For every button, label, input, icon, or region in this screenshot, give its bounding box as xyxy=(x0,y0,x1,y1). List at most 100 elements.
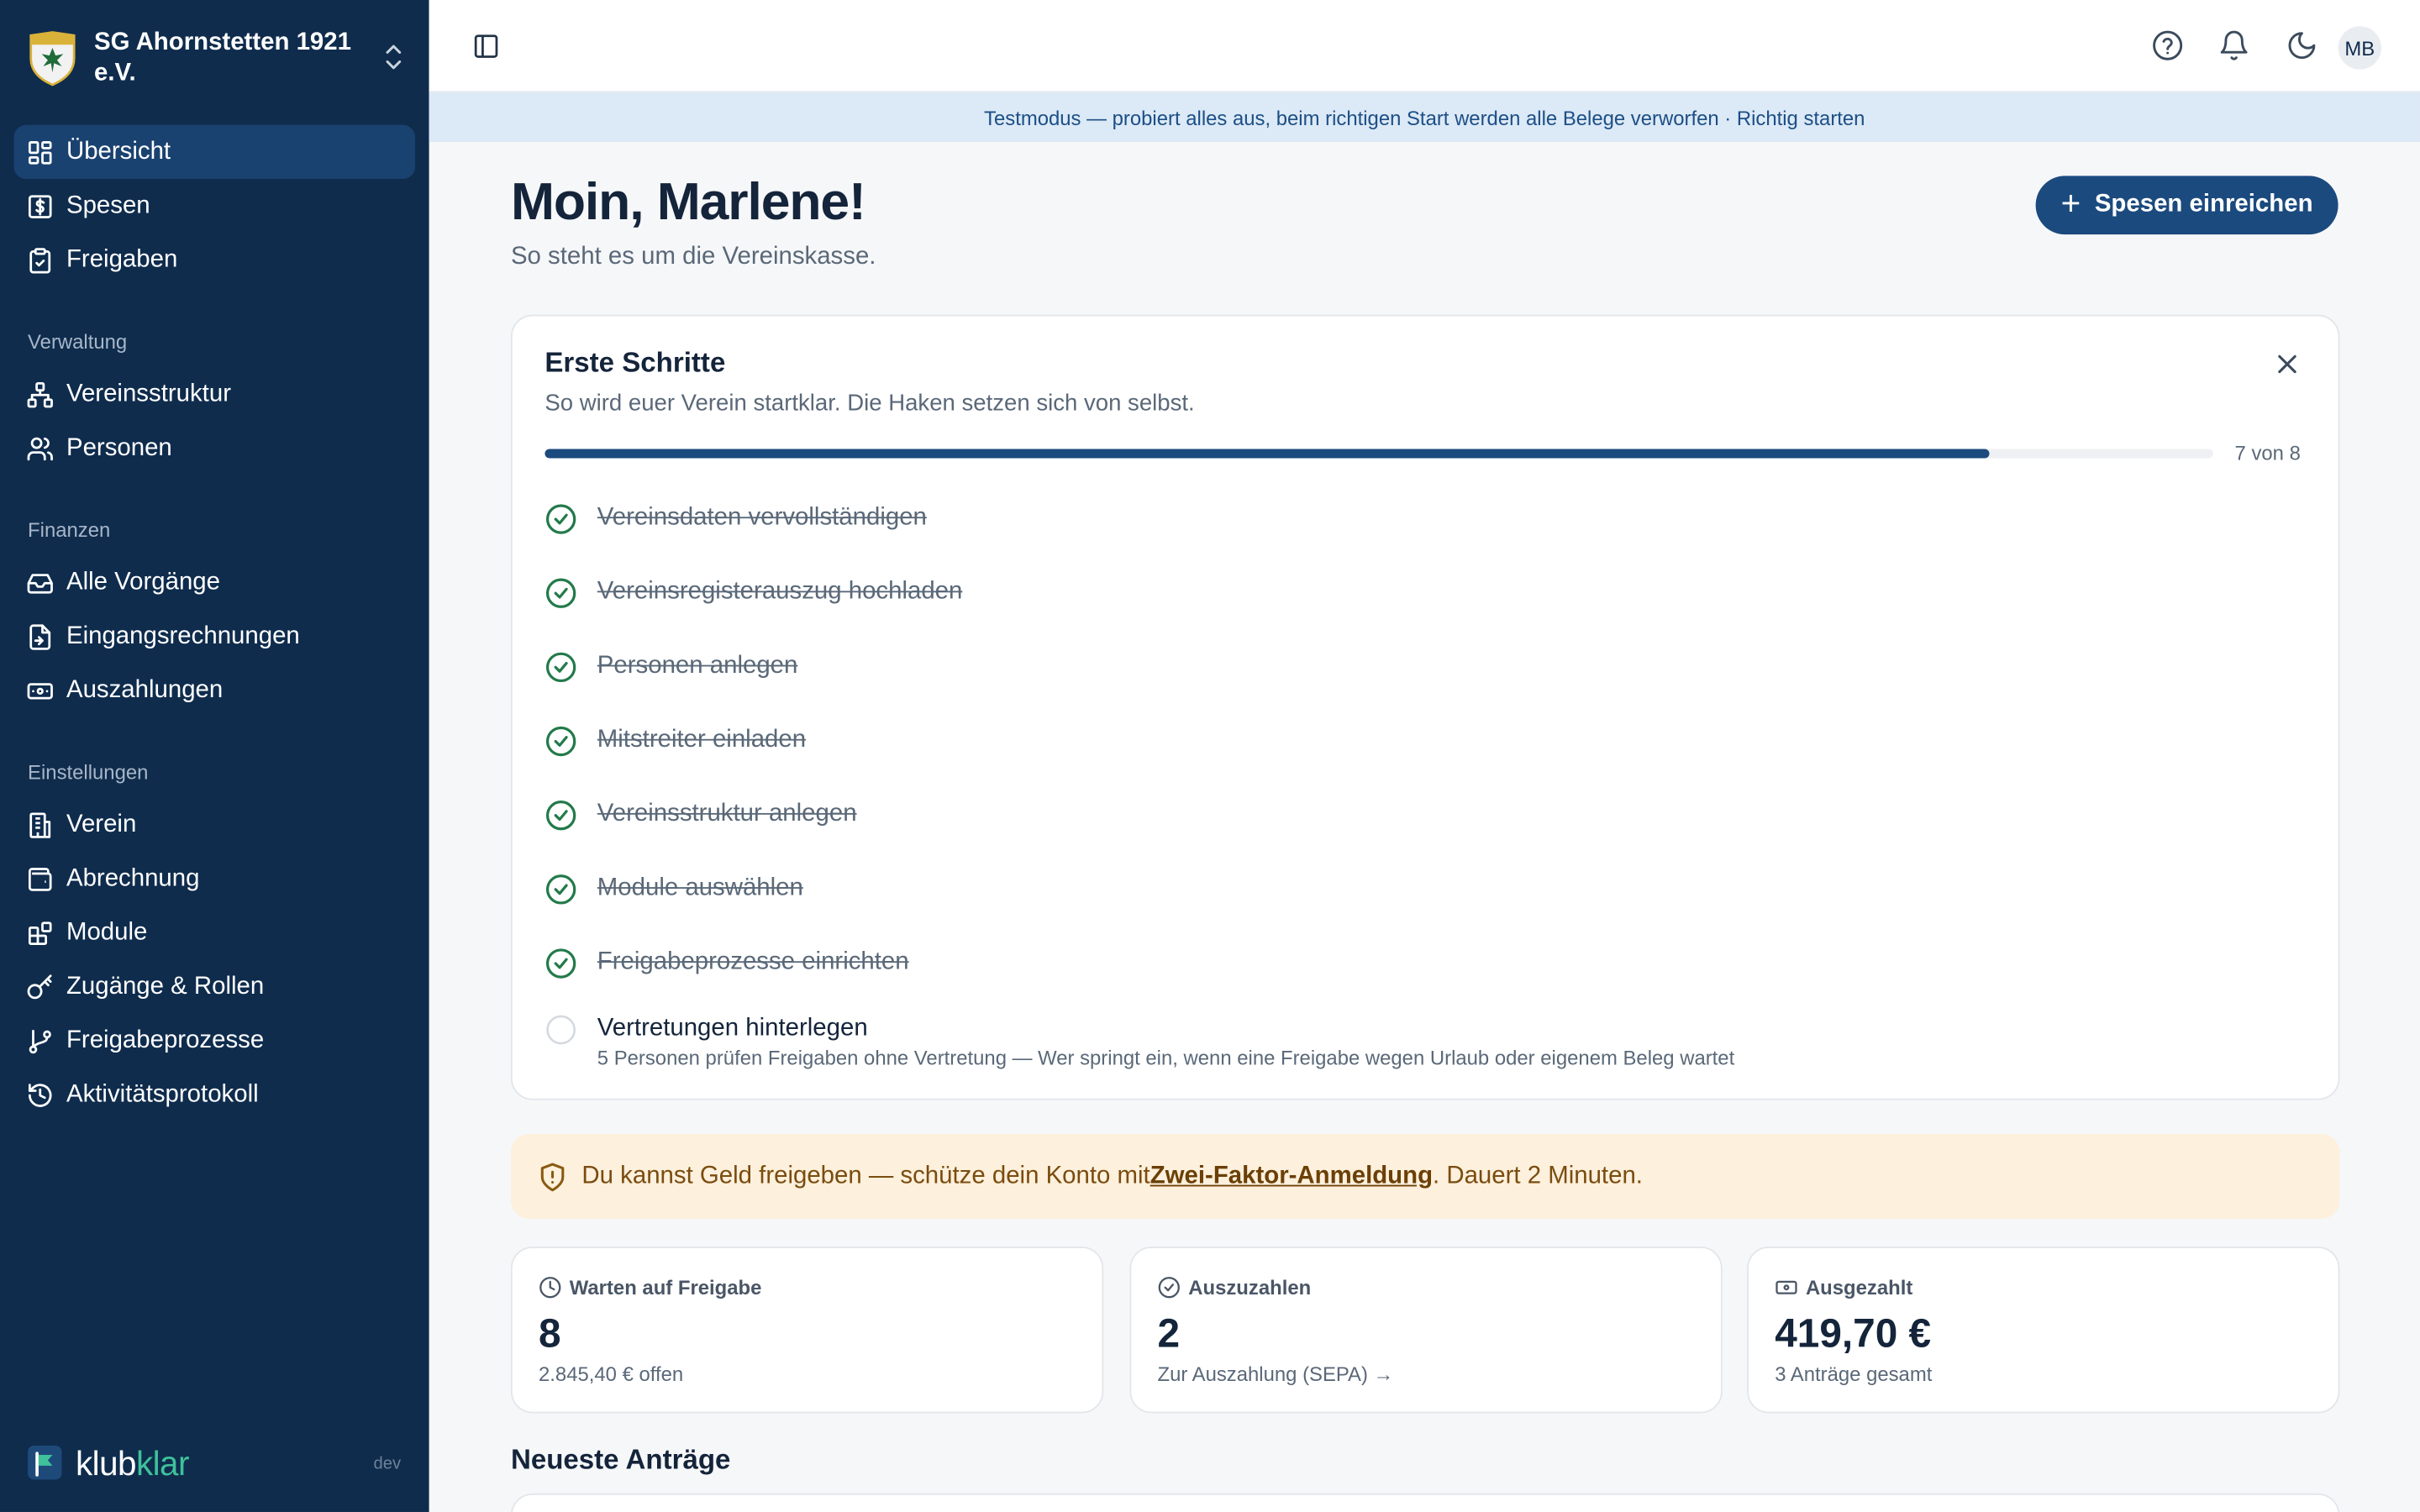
users-icon xyxy=(27,436,53,460)
recent-requests-list xyxy=(510,1493,2340,1512)
brand-name-a: klub xyxy=(75,1444,137,1483)
nav-item-label: Freigabeprozesse xyxy=(66,1026,265,1053)
dashboard-icon xyxy=(28,140,52,164)
nav-item-module[interactable]: Module xyxy=(14,906,416,959)
file-import-icon xyxy=(29,623,51,649)
close-icon[interactable] xyxy=(2272,349,2303,380)
onboarding-step[interactable]: Mitstreiter einladen xyxy=(544,722,806,759)
nav-section-title: Einstellungen xyxy=(28,760,149,785)
nav-item-verein[interactable]: Verein xyxy=(14,798,416,852)
stat-title: Ausgezahlt xyxy=(1805,1275,1913,1299)
nav-item-label: Alle Vorgänge xyxy=(66,568,220,596)
open-step-description: 5 Personen prüfen Freigaben ohne Vertret… xyxy=(597,1046,1735,1069)
recent-requests-title: Neueste Anträge xyxy=(510,1444,731,1475)
building-icon xyxy=(29,811,51,837)
nav-item-spesen[interactable]: Spesen xyxy=(14,179,416,233)
org-switcher[interactable]: SG Ahornstetten 1921 e.V. xyxy=(28,22,413,96)
nav-item-abrechnung[interactable]: Abrechnung xyxy=(14,852,416,906)
onboarding-step[interactable]: Vereinsdaten vervollständigen xyxy=(544,500,927,537)
nav-item-label: Freigaben xyxy=(66,245,178,273)
empty-circle-icon xyxy=(546,1014,576,1044)
help-icon[interactable] xyxy=(2151,29,2184,62)
nav-item-aktivitaetsprotokoll[interactable]: Aktivitätsprotokoll xyxy=(14,1068,416,1121)
sidebar-nav: Übersicht Spesen Freigaben Verwaltung Ve… xyxy=(13,124,416,1122)
stat-card-to-pay[interactable]: Auszuzahlen 2 Zur Auszahlung (SEPA) → xyxy=(1129,1247,1723,1414)
org-chart-icon xyxy=(27,381,53,407)
nav-item-label: Spesen xyxy=(66,192,150,218)
git-branch-icon xyxy=(29,1029,51,1053)
check-circle-icon xyxy=(545,800,576,830)
nav-item-uebersicht[interactable]: Übersicht xyxy=(13,124,416,180)
page-subtitle: So steht es um die Vereinskasse. xyxy=(510,244,876,270)
nav-item-freigaben[interactable]: Freigaben xyxy=(14,233,416,286)
nav-item-personen[interactable]: Personen xyxy=(14,421,416,475)
stat-card-paid[interactable]: Ausgezahlt 419,70 € 3 Anträge gesamt xyxy=(1747,1247,2340,1414)
onboarding-step[interactable]: Vereinsstruktur anlegen xyxy=(544,796,857,833)
history-icon xyxy=(28,1083,52,1106)
nav-item-label: Übersicht xyxy=(66,138,171,165)
stat-footnote-link[interactable]: Zur Auszahlung (SEPA) → xyxy=(1158,1362,1394,1386)
shield-alert-icon xyxy=(540,1162,565,1191)
nav-item-freigabeprozesse[interactable]: Freigabeprozesse xyxy=(14,1014,416,1068)
stat-card-pending[interactable]: Warten auf Freigabe 8 2.845,40 € offen xyxy=(510,1247,1104,1414)
onboarding-title: Erste Schritte xyxy=(544,347,726,378)
key-icon xyxy=(27,974,52,999)
nav-item-label: Eingangsrechnungen xyxy=(66,622,300,649)
user-avatar[interactable]: MB xyxy=(2338,26,2382,70)
bell-icon[interactable] xyxy=(2217,29,2250,62)
blocks-icon xyxy=(28,921,52,945)
stat-footnote: 3 Anträge gesamt xyxy=(1775,1362,1933,1386)
two-factor-link[interactable]: Zwei-Faktor-Anmeldung xyxy=(1150,1163,1433,1190)
nav-item-label: Module xyxy=(66,918,148,945)
wallet-icon xyxy=(28,867,52,890)
two-factor-text-after: . Dauert 2 Minuten. xyxy=(1433,1162,1643,1189)
sidebar-toggle-icon[interactable] xyxy=(472,33,500,60)
nav-section-title: Verwaltung xyxy=(28,330,128,354)
check-circle-icon xyxy=(545,577,576,607)
onboarding-step-label: Personen anlegen xyxy=(597,652,798,680)
stat-title: Warten auf Freigabe xyxy=(569,1275,762,1299)
clock-icon xyxy=(539,1277,561,1299)
nav-item-label: Auszahlungen xyxy=(66,676,224,703)
check-circle-icon xyxy=(545,874,576,904)
klubklar-logo-icon xyxy=(28,1445,62,1480)
onboarding-step-label: Vertretungen hinterlegen xyxy=(597,1015,868,1042)
nav-item-label: Aktivitätsprotokoll xyxy=(66,1080,259,1107)
nav-item-zugaenge-rollen[interactable]: Zugänge & Rollen xyxy=(14,959,416,1013)
banknote-icon xyxy=(1776,1280,1797,1294)
stat-value: 2 xyxy=(1157,1310,1181,1357)
nav-item-auszahlungen[interactable]: Auszahlungen xyxy=(14,664,416,717)
check-circle-icon xyxy=(545,725,576,756)
chevrons-up-down-icon[interactable] xyxy=(383,43,405,71)
check-circle-icon xyxy=(545,651,576,682)
onboarding-step-label: Vereinsstruktur anlegen xyxy=(597,801,857,827)
onboarding-step[interactable]: Freigabeprozesse einrichten xyxy=(544,944,909,981)
brand-name-b: klar xyxy=(135,1444,189,1483)
nav-item-vereinsstruktur[interactable]: Vereinsstruktur xyxy=(14,367,416,421)
test-mode-banner[interactable]: Testmodus — probiert alles aus, beim ric… xyxy=(429,92,2420,142)
moon-icon[interactable] xyxy=(2286,29,2318,62)
onboarding-card: Erste Schritte So wird euer Verein start… xyxy=(510,314,2340,1100)
nav-item-label: Zugänge & Rollen xyxy=(66,973,265,1000)
nav-item-eingangsrechnungen[interactable]: Eingangsrechnungen xyxy=(14,609,416,663)
onboarding-step-label: Freigabeprozesse einrichten xyxy=(597,948,909,975)
submit-expense-button[interactable]: + Spesen einreichen xyxy=(2035,176,2338,235)
page-title: Moin, Marlene! xyxy=(510,172,866,232)
club-crest-icon xyxy=(29,31,76,87)
onboarding-step[interactable]: Vertretungen hinterlegen xyxy=(544,1011,868,1047)
sidebar: SG Ahornstetten 1921 e.V. Übersicht Spes… xyxy=(0,0,429,1512)
brand-logo: klubklar xyxy=(28,1444,189,1484)
nav-item-label: Personen xyxy=(66,434,172,461)
nav-item-label: Abrechnung xyxy=(66,864,200,891)
onboarding-step[interactable]: Personen anlegen xyxy=(544,648,797,685)
onboarding-step-label: Module auswählen xyxy=(597,874,803,901)
onboarding-progress-bar xyxy=(544,449,2213,459)
check-circle-icon xyxy=(545,503,576,533)
check-circle-icon xyxy=(545,948,576,978)
nav-item-alle-vorgaenge[interactable]: Alle Vorgänge xyxy=(14,555,416,609)
banknote-icon xyxy=(27,682,53,699)
onboarding-step[interactable]: Vereinsregisterauszug hochladen xyxy=(544,574,962,611)
two-factor-text-before: Du kannst Geld freigeben — schütze dein … xyxy=(581,1162,1150,1189)
onboarding-step-label: Vereinsregisterauszug hochladen xyxy=(597,578,963,605)
onboarding-step[interactable]: Module auswählen xyxy=(544,870,803,907)
